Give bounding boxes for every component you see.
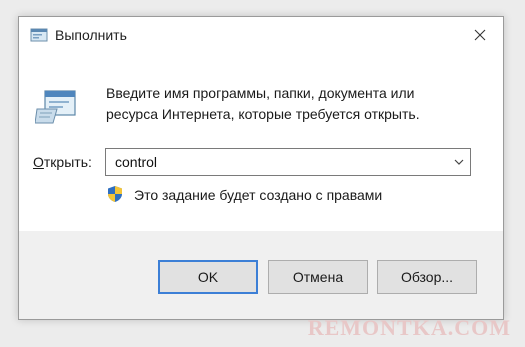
description-text: Введите имя программы, папки, документа … [106, 85, 420, 122]
browse-button[interactable]: Обзор... [377, 260, 477, 294]
admin-rights-note: Это задание будет создано с правами [134, 187, 383, 203]
close-icon [474, 29, 486, 41]
window-title: Выполнить [55, 27, 127, 43]
run-app-icon [30, 28, 48, 42]
open-label-accelerator: О [33, 154, 44, 170]
open-label: Открыть: [33, 154, 92, 170]
title-bar: Выполнить [19, 17, 503, 53]
open-label-text: ткрыть: [43, 154, 92, 170]
close-button[interactable] [457, 17, 503, 53]
ok-button[interactable]: OK [158, 260, 258, 294]
chevron-down-icon[interactable] [452, 155, 466, 169]
open-input[interactable]: control [115, 154, 157, 170]
open-combobox[interactable]: control [105, 148, 471, 176]
watermark-text: REMONTKA.COM [307, 315, 511, 340]
cancel-button[interactable]: Отмена [268, 260, 368, 294]
uac-shield-icon [107, 185, 123, 203]
run-program-icon [34, 87, 77, 127]
run-dialog: Выполнить Введите имя программы, папки, … [18, 16, 504, 320]
